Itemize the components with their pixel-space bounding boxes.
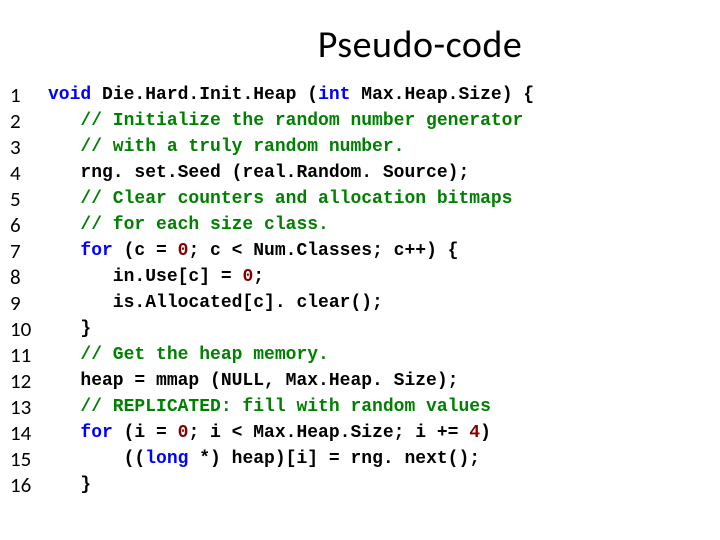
number-literal: 4 [469, 423, 480, 443]
number-literal: 0 [178, 423, 189, 443]
comment: // for each size class. [48, 215, 329, 235]
code-text: (( [48, 449, 145, 469]
code-text: *) heap)[i] = rng. next(); [188, 449, 480, 469]
code-text: is.Allocated[c]. clear(); [48, 293, 383, 313]
code-line: ((long *) heap)[i] = rng. next(); [48, 446, 534, 472]
code-text: ; i < Max.Heap.Size; i += [188, 423, 469, 443]
keyword: for [80, 423, 112, 443]
code-content: void Die.Hard.Init.Heap (int Max.Heap.Si… [40, 80, 534, 498]
indent [48, 241, 80, 261]
line-number: 8 [10, 264, 40, 290]
code-text: in.Use[c] = [48, 267, 242, 287]
code-line: for (i = 0; i < Max.Heap.Size; i += 4) [48, 420, 534, 446]
line-number: 15 [10, 446, 40, 472]
line-number: 14 [10, 420, 40, 446]
line-number: 16 [10, 472, 40, 498]
code-text: Die.Hard.Init.Heap ( [91, 85, 318, 105]
line-number: 3 [10, 134, 40, 160]
line-number: 9 [10, 290, 40, 316]
line-number: 10 [10, 316, 40, 342]
keyword: void [48, 85, 91, 105]
number-literal: 0 [242, 267, 253, 287]
code-block: 1 2 3 4 5 6 7 8 9 10 11 12 13 14 15 16 v… [0, 80, 720, 498]
code-text: } [48, 475, 91, 495]
code-text: Max.Heap.Size) { [350, 85, 534, 105]
comment: // Get the heap memory. [48, 345, 329, 365]
code-line: rng. set.Seed (real.Random. Source); [48, 160, 534, 186]
code-text: heap = mmap (NULL, Max.Heap. Size); [48, 371, 458, 391]
line-number: 11 [10, 342, 40, 368]
slide-title: Pseudo-code [0, 0, 720, 80]
code-line: heap = mmap (NULL, Max.Heap. Size); [48, 368, 534, 394]
code-line: in.Use[c] = 0; [48, 264, 534, 290]
code-line: } [48, 316, 534, 342]
line-number: 2 [10, 108, 40, 134]
code-line: is.Allocated[c]. clear(); [48, 290, 534, 316]
keyword: for [80, 241, 112, 261]
line-number-gutter: 1 2 3 4 5 6 7 8 9 10 11 12 13 14 15 16 [10, 80, 40, 498]
line-number: 7 [10, 238, 40, 264]
line-number: 12 [10, 368, 40, 394]
line-number: 4 [10, 160, 40, 186]
code-line: for (c = 0; c < Num.Classes; c++) { [48, 238, 534, 264]
line-number: 13 [10, 394, 40, 420]
comment: // Initialize the random number generato… [48, 111, 523, 131]
line-number: 6 [10, 212, 40, 238]
code-text: (c = [113, 241, 178, 261]
code-line: // REPLICATED: fill with random values [48, 394, 534, 420]
code-line: // Get the heap memory. [48, 342, 534, 368]
code-line: // Initialize the random number generato… [48, 108, 534, 134]
code-line: // with a truly random number. [48, 134, 534, 160]
keyword: long [145, 449, 188, 469]
code-text: ; [253, 267, 264, 287]
code-line: } [48, 472, 534, 498]
comment: // Clear counters and allocation bitmaps [48, 189, 512, 209]
code-line: // for each size class. [48, 212, 534, 238]
code-line: // Clear counters and allocation bitmaps [48, 186, 534, 212]
indent [48, 423, 80, 443]
code-text: (i = [113, 423, 178, 443]
code-text: ) [480, 423, 491, 443]
line-number: 5 [10, 186, 40, 212]
comment: // with a truly random number. [48, 137, 404, 157]
number-literal: 0 [178, 241, 189, 261]
code-text: } [48, 319, 91, 339]
comment: // REPLICATED: fill with random values [48, 397, 491, 417]
code-line: void Die.Hard.Init.Heap (int Max.Heap.Si… [48, 82, 534, 108]
code-text: rng. set.Seed (real.Random. Source); [48, 163, 469, 183]
line-number: 1 [10, 82, 40, 108]
code-text: ; c < Num.Classes; c++) { [188, 241, 458, 261]
keyword: int [318, 85, 350, 105]
